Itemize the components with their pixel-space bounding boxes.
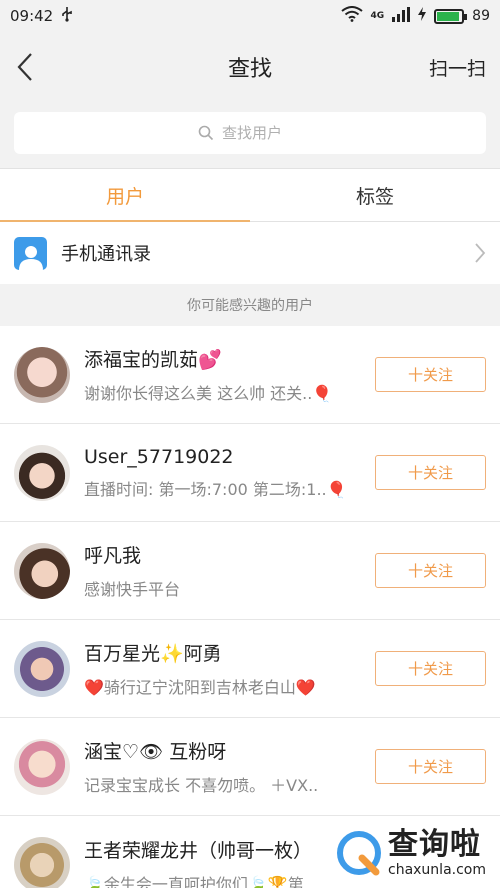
avatar — [14, 837, 70, 888]
user-description: 感谢快手平台 — [84, 580, 181, 599]
follow-button[interactable]: 十关注 — [375, 357, 486, 392]
network-type: 4G — [370, 11, 385, 21]
wifi-icon — [340, 6, 363, 26]
battery-fill — [437, 11, 459, 21]
watermark-text: 查询啦 — [388, 826, 481, 862]
avatar — [14, 542, 70, 599]
tab-bar: 用户 标签 — [0, 168, 500, 222]
charging-icon — [418, 7, 427, 25]
follow-button[interactable]: 十关注 — [375, 651, 486, 686]
status-bar: 09:42 4G 89 — [0, 0, 500, 32]
avatar — [14, 346, 70, 403]
user-row[interactable]: 百万星光✨阿勇 ❤️骑行辽宁沈阳到吉林老白山❤️ 十关注 — [0, 620, 500, 718]
follow-button[interactable]: 十关注 — [375, 749, 486, 784]
user-row[interactable]: 涵宝♡👁 互粉呀 记录宝宝成长 不喜勿喷。 ＋VX.. 十关注 — [0, 718, 500, 816]
watermark: 查询啦 chaxunla.com — [330, 826, 490, 880]
page-title: 查找 — [227, 57, 272, 82]
status-right: 4G 89 — [340, 6, 490, 26]
battery-icon — [434, 8, 468, 24]
section-header: 你可能感兴趣的用户 — [0, 284, 500, 326]
watermark-logo-icon — [337, 831, 381, 876]
avatar — [14, 738, 70, 795]
back-button[interactable] — [16, 47, 46, 87]
user-description: 直播时间: 第一场:7:00 第二场:1..🎈 — [84, 479, 347, 499]
search-input[interactable] — [222, 124, 302, 142]
user-list: 添福宝的凯茹💕 谢谢你长得这么美 这么帅 还关..🎈 十关注 User_5771… — [0, 326, 500, 888]
chevron-right-icon — [475, 243, 486, 263]
avatar — [14, 444, 70, 501]
watermark-domain: chaxunla.com — [388, 861, 486, 878]
user-name: User_57719022 — [84, 445, 234, 468]
battery-percent: 89 — [472, 8, 490, 24]
back-arrow-icon — [17, 53, 32, 81]
signal-icon — [392, 6, 411, 26]
user-row[interactable]: 添福宝的凯茹💕 谢谢你长得这么美 这么帅 还关..🎈 十关注 — [0, 326, 500, 424]
user-row[interactable]: User_57719022 直播时间: 第一场:7:00 第二场:1..🎈 十关… — [0, 424, 500, 522]
user-name: 百万星光✨阿勇 — [84, 643, 222, 665]
tab-tags[interactable]: 标签 — [250, 169, 500, 221]
search-area — [0, 102, 500, 168]
search-icon — [198, 125, 214, 141]
scan-button[interactable]: 扫一扫 — [429, 54, 486, 81]
contacts-label: 手机通讯录 — [61, 244, 151, 265]
avatar — [14, 640, 70, 697]
user-name: 呼凡我 — [84, 545, 142, 567]
user-description: 谢谢你长得这么美 这么帅 还关..🎈 — [84, 384, 333, 403]
follow-button[interactable]: 十关注 — [375, 553, 486, 588]
user-description: 记录宝宝成长 不喜勿喷。 ＋VX.. — [84, 776, 319, 795]
nav-bar: 查找 扫一扫 — [0, 32, 500, 102]
user-description: ❤️骑行辽宁沈阳到吉林老白山❤️ — [84, 678, 316, 697]
usb-icon — [61, 6, 73, 26]
user-name: 涵宝♡👁 互粉呀 — [84, 741, 227, 763]
contacts-icon — [14, 236, 47, 270]
status-left: 09:42 — [10, 6, 73, 26]
status-time: 09:42 — [10, 7, 54, 25]
follow-button[interactable]: 十关注 — [375, 455, 486, 490]
user-name: 添福宝的凯茹💕 — [84, 349, 222, 371]
phone-contacts-row[interactable]: 手机通讯录 — [0, 222, 500, 284]
tab-users[interactable]: 用户 — [0, 169, 250, 222]
user-row[interactable]: 呼凡我 感谢快手平台 十关注 — [0, 522, 500, 620]
search-box[interactable] — [14, 112, 486, 154]
